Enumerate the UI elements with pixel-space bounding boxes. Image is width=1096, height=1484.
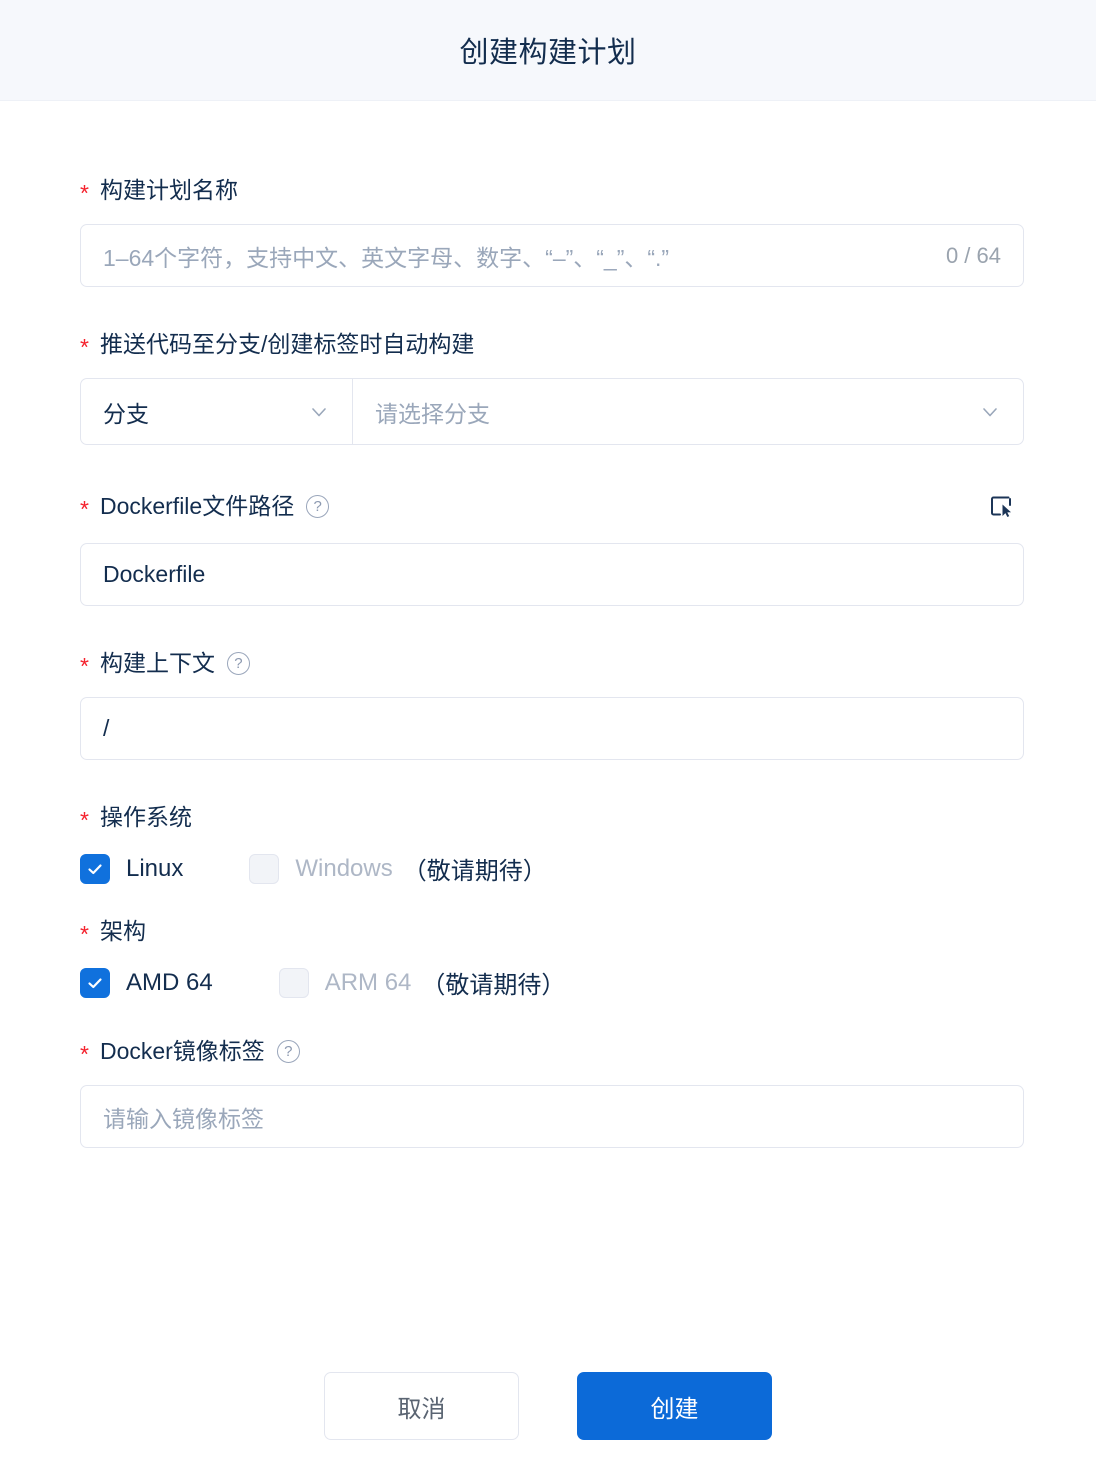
- checkbox-windows: Windows: [249, 853, 393, 884]
- branch-select[interactable]: 请选择分支: [353, 379, 1023, 444]
- image-tag-placeholder: 请输入镜像标签: [103, 1105, 264, 1132]
- form-item-build-context: * 构建上下文 ? /: [80, 650, 1024, 760]
- question-circle-icon[interactable]: ?: [226, 652, 250, 675]
- checkbox-linux-label: Linux: [126, 854, 184, 882]
- form-item-operating-system: * 操作系统 Linux Windows （敬请期待）: [80, 806, 1016, 886]
- required-asterisk: *: [80, 807, 89, 833]
- build-context-input[interactable]: /: [80, 697, 1024, 760]
- checkbox-arm64: ARM 64: [278, 967, 412, 998]
- checkbox-unchecked-icon: [249, 853, 280, 884]
- required-asterisk: *: [80, 653, 89, 679]
- dialog-footer: 取消 创建: [0, 1372, 1096, 1484]
- question-circle-icon[interactable]: ?: [276, 1040, 300, 1063]
- image-tag-input[interactable]: 请输入镜像标签: [80, 1085, 1024, 1148]
- build-context-value: /: [103, 715, 110, 741]
- build-context-label-text: 构建上下文: [99, 650, 215, 676]
- required-asterisk: *: [80, 334, 89, 360]
- checkbox-windows-label: Windows: [295, 854, 393, 882]
- image-tag-label-text: Docker镜像标签: [99, 1038, 265, 1064]
- dockerfile-path-label-text: Dockerfile文件路径: [99, 492, 295, 519]
- plan-name-input[interactable]: 1–64个字符，支持中文、英文字母、数字、“–”、“_”、“.” 0 / 64: [80, 224, 1024, 287]
- required-asterisk: *: [80, 921, 89, 947]
- chevron-down-icon: [308, 401, 330, 423]
- create-button[interactable]: 创建: [577, 1372, 772, 1440]
- operating-system-note: （敬请期待）: [402, 858, 547, 885]
- create-build-plan-dialog: 创建构建计划 * 构建计划名称 1–64个字符，支持中文、英文字母、数字、“–”…: [0, 0, 1096, 1484]
- plan-name-label: * 构建计划名称: [80, 177, 1016, 206]
- checkbox-linux[interactable]: Linux: [80, 853, 184, 884]
- dockerfile-path-label-row: * Dockerfile文件路径 ?: [80, 491, 1016, 543]
- required-asterisk: *: [80, 495, 89, 522]
- checkbox-amd64[interactable]: AMD 64: [80, 967, 213, 998]
- question-circle-icon[interactable]: ?: [306, 494, 330, 518]
- form-item-image-tag: * Docker镜像标签 ? 请输入镜像标签: [80, 1038, 1024, 1148]
- build-context-label: * 构建上下文 ?: [80, 650, 1016, 679]
- plan-name-label-text: 构建计划名称: [99, 177, 238, 203]
- dockerfile-path-value: Dockerfile: [103, 561, 206, 587]
- form-item-dockerfile-path: * Dockerfile文件路径 ? Dockerfile: [80, 491, 1024, 606]
- operating-system-label-text: 操作系统: [99, 804, 192, 830]
- plan-name-counter: 0 / 64: [945, 242, 1001, 268]
- auto-build-select-group: 分支 请选择分支: [80, 378, 1024, 445]
- architecture-label-text: 架构: [99, 918, 146, 944]
- checkbox-arm64-label: ARM 64: [324, 968, 412, 996]
- checkbox-unchecked-icon: [278, 967, 309, 998]
- form-item-auto-build: * 推送代码至分支/创建标签时自动构建 分支 请选择分支: [80, 331, 1024, 445]
- dockerfile-path-input[interactable]: Dockerfile: [80, 543, 1024, 606]
- page-title: 创建构建计划: [459, 37, 637, 69]
- file-select-icon[interactable]: [986, 491, 1016, 521]
- auto-build-label-text: 推送代码至分支/创建标签时自动构建: [99, 331, 475, 357]
- dialog-body: * 构建计划名称 1–64个字符，支持中文、英文字母、数字、“–”、“_”、“.…: [0, 101, 1096, 1372]
- architecture-options: AMD 64 ARM 64 （敬请期待）: [80, 965, 1016, 1000]
- architecture-note: （敬请期待）: [421, 972, 566, 999]
- auto-build-label: * 推送代码至分支/创建标签时自动构建: [80, 331, 1016, 360]
- chevron-down-icon: [979, 401, 1001, 423]
- form-item-plan-name: * 构建计划名称 1–64个字符，支持中文、英文字母、数字、“–”、“_”、“.…: [80, 177, 1024, 287]
- operating-system-label: * 操作系统: [80, 804, 1016, 833]
- image-tag-label: * Docker镜像标签 ?: [80, 1038, 1016, 1067]
- dialog-header: 创建构建计划: [0, 0, 1096, 101]
- form-item-architecture: * 架构 AMD 64 ARM 64 （敬请期待）: [80, 920, 1016, 1000]
- checkbox-checked-icon: [80, 967, 110, 998]
- checkbox-checked-icon: [80, 853, 110, 884]
- checkbox-amd64-label: AMD 64: [126, 968, 213, 996]
- cancel-button[interactable]: 取消: [324, 1372, 519, 1440]
- architecture-label: * 架构: [80, 918, 1016, 947]
- operating-system-options: Linux Windows （敬请期待）: [80, 851, 1016, 886]
- trigger-type-value: 分支: [103, 400, 149, 427]
- plan-name-placeholder: 1–64个字符，支持中文、英文字母、数字、“–”、“_”、“.”: [103, 244, 670, 271]
- trigger-type-select[interactable]: 分支: [81, 379, 353, 444]
- branch-select-placeholder: 请选择分支: [375, 400, 490, 427]
- required-asterisk: *: [80, 1041, 89, 1067]
- required-asterisk: *: [80, 180, 89, 206]
- dockerfile-path-label: * Dockerfile文件路径 ?: [80, 492, 330, 522]
